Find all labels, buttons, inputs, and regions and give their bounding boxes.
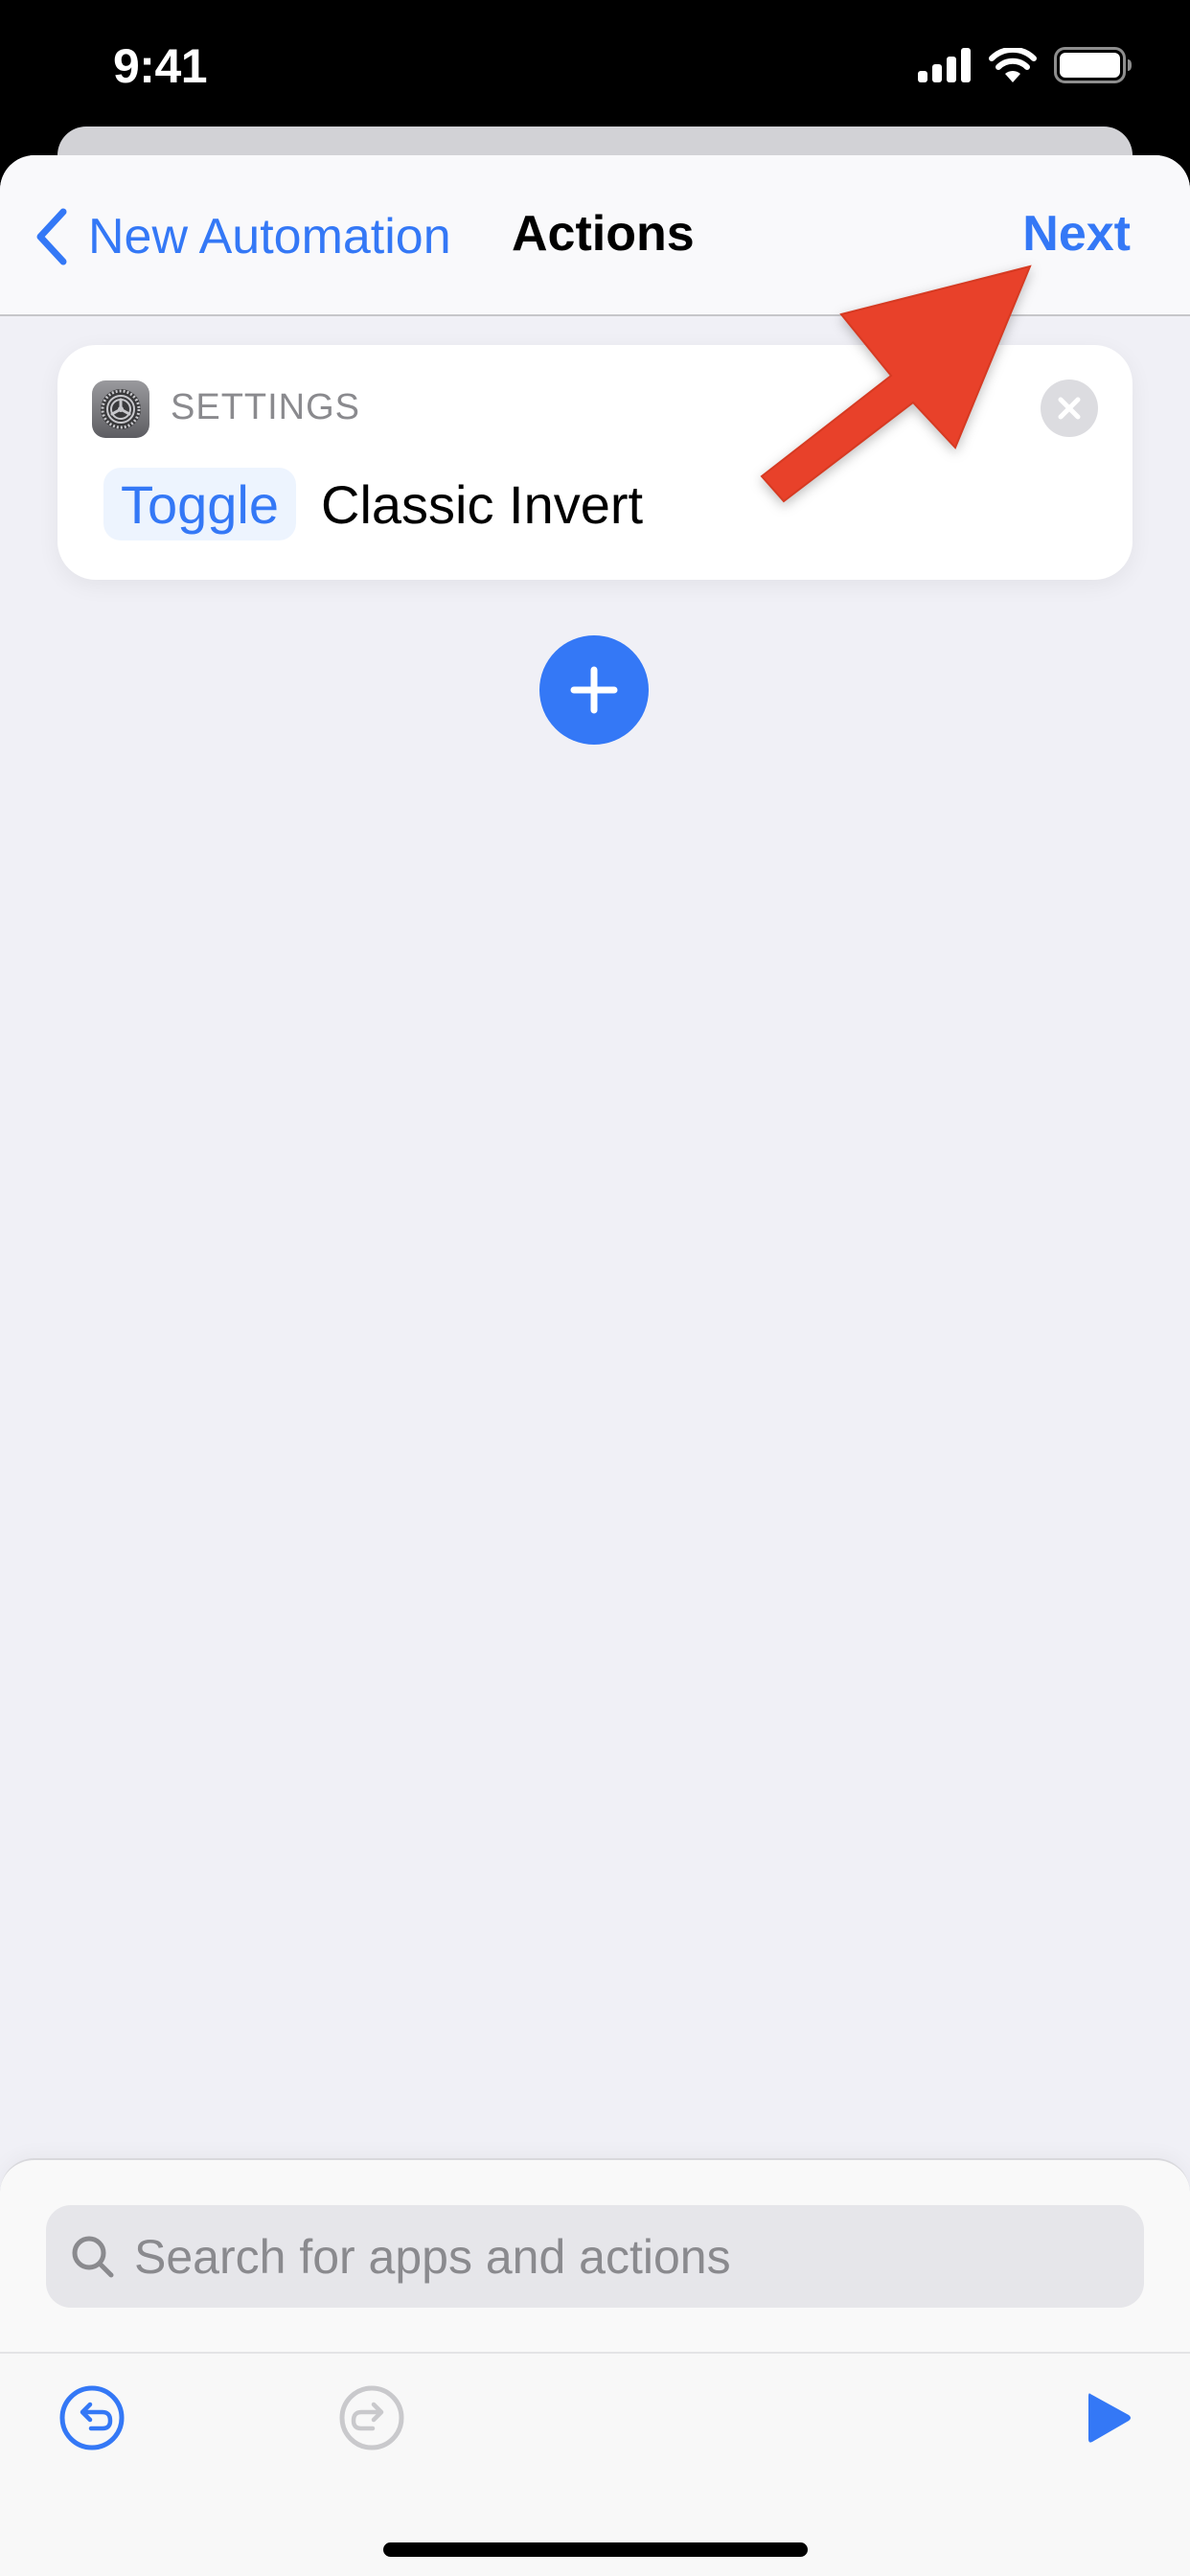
run-button[interactable] xyxy=(1074,2384,1141,2451)
settings-gear-icon xyxy=(92,380,149,438)
chevron-left-icon xyxy=(36,208,67,265)
plus-icon xyxy=(570,666,618,714)
next-button[interactable]: Next xyxy=(1022,205,1131,263)
editor-toolbar xyxy=(0,2352,1190,2576)
redo-icon xyxy=(339,2385,404,2450)
add-action-button[interactable] xyxy=(539,635,649,745)
toggle-parameter-chip[interactable]: Toggle xyxy=(103,468,297,540)
status-icons xyxy=(918,46,1133,84)
action-row: Toggle Classic Invert xyxy=(103,468,643,540)
search-bar[interactable] xyxy=(46,2205,1144,2308)
redo-button[interactable] xyxy=(338,2384,405,2451)
cellular-signal-icon xyxy=(918,48,971,82)
battery-icon xyxy=(1054,47,1132,83)
home-indicator[interactable] xyxy=(383,2542,808,2557)
navigation-bar: New Automation Actions Next xyxy=(0,155,1190,316)
bottom-panel xyxy=(0,2158,1190,2576)
page-title: Actions xyxy=(512,206,695,262)
back-button[interactable]: New Automation xyxy=(34,203,451,270)
close-icon xyxy=(1058,397,1081,420)
action-card[interactable]: SETTINGS Toggle Classic Invert xyxy=(57,345,1133,580)
play-icon xyxy=(1088,2393,1131,2443)
undo-button[interactable] xyxy=(58,2384,126,2451)
actions-sheet: New Automation Actions Next SETTINGS Tog… xyxy=(0,155,1190,2576)
action-target-text: Classic Invert xyxy=(321,473,644,535)
status-bar: 9:41 xyxy=(0,0,1190,126)
undo-icon xyxy=(59,2385,125,2450)
remove-action-button[interactable] xyxy=(1041,380,1098,437)
search-icon xyxy=(72,2236,114,2277)
back-button-label: New Automation xyxy=(88,209,451,264)
status-time: 9:41 xyxy=(113,39,208,93)
search-input[interactable] xyxy=(134,2228,1092,2285)
app-name-label: SETTINGS xyxy=(171,387,361,427)
wifi-icon xyxy=(989,48,1037,82)
